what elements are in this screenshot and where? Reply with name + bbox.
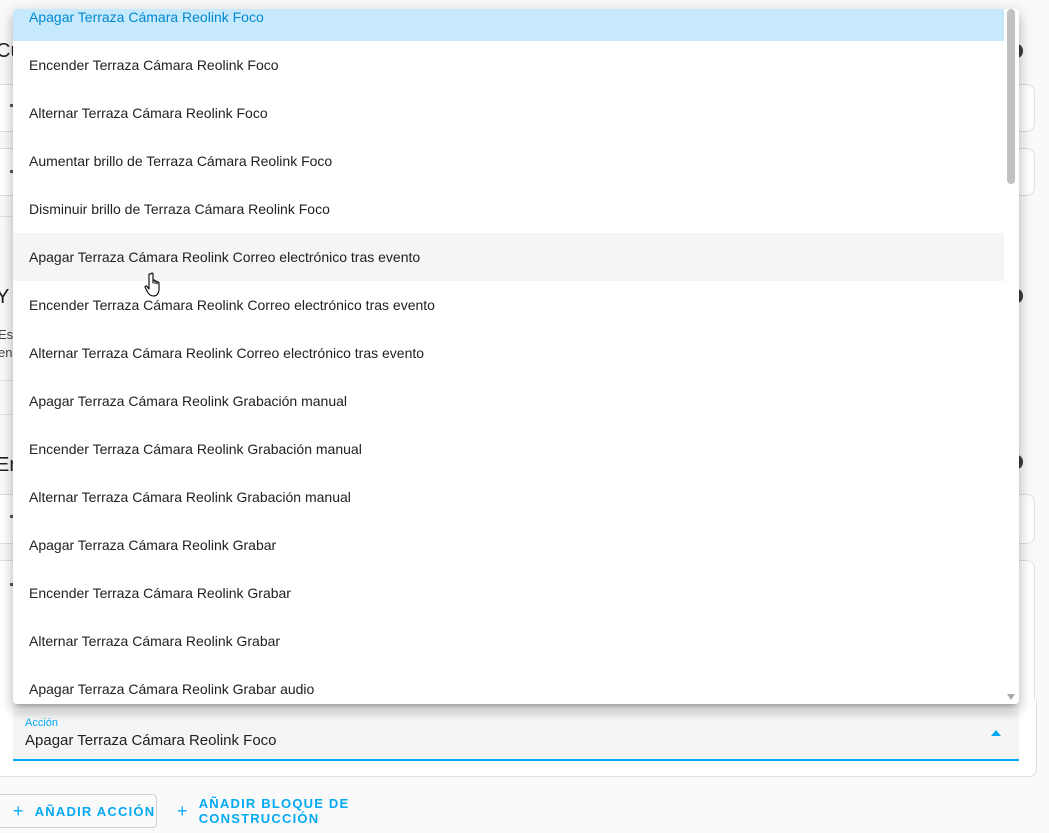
menu-item-label: Alternar Terraza Cámara Reolink Foco xyxy=(29,105,268,121)
action-select[interactable]: Acción Apagar Terraza Cámara Reolink Foc… xyxy=(13,711,1019,761)
menu-item-option[interactable]: Alternar Terraza Cámara Reolink Grabar xyxy=(13,617,1004,665)
menu-item-label: Apagar Terraza Cámara Reolink Foco xyxy=(29,9,264,25)
menu-item-option[interactable]: Apagar Terraza Cámara Reolink Grabar aud… xyxy=(13,665,1004,704)
menu-item-label: Alternar Terraza Cámara Reolink Correo e… xyxy=(29,345,425,361)
divider xyxy=(0,216,12,217)
menu-item-option[interactable]: Alternar Terraza Cámara Reolink Correo e… xyxy=(13,329,1004,377)
plus-icon: + xyxy=(177,801,189,821)
menu-item-option[interactable]: Encender Terraza Cámara Reolink Grabar xyxy=(13,569,1004,617)
menu-item-option[interactable]: Aumentar brillo de Terraza Cámara Reolin… xyxy=(13,137,1004,185)
menu-item-label: Apagar Terraza Cámara Reolink Grabación … xyxy=(29,393,348,409)
add-action-label: AÑADIR ACCIÓN xyxy=(34,803,156,819)
action-dropdown-menu: Apagar Terraza Cámara Reolink Foco Encend… xyxy=(13,9,1019,704)
menu-item-option[interactable]: Encender Terraza Cámara Reolink Grabació… xyxy=(13,425,1004,473)
menu-item-option[interactable]: Alternar Terraza Cámara Reolink Foco xyxy=(13,89,1004,137)
menu-item-label: Disminuir brillo de Terraza Cámara Reoli… xyxy=(29,201,330,217)
menu-item-option[interactable]: Apagar Terraza Cámara Reolink Grabar xyxy=(13,521,1004,569)
menu-item-option[interactable]: Disminuir brillo de Terraza Cámara Reoli… xyxy=(13,185,1004,233)
scroll-down-arrow-icon[interactable] xyxy=(1007,694,1015,700)
menu-item-option[interactable]: Encender Terraza Cámara Reolink Foco xyxy=(13,41,1004,89)
menu-item-label: Encender Terraza Cámara Reolink Correo e… xyxy=(29,297,435,313)
description-line: Es xyxy=(0,327,14,342)
menu-item-label: Encender Terraza Cámara Reolink Grabar xyxy=(29,585,291,601)
plus-icon: + xyxy=(13,801,25,821)
divider xyxy=(0,414,12,415)
action-select-value: Apagar Terraza Cámara Reolink Foco xyxy=(25,732,277,749)
scrollbar-thumb[interactable] xyxy=(1007,9,1015,184)
action-select-label: Acción xyxy=(25,717,59,729)
add-building-block-button[interactable]: + AÑADIR BLOQUE DE CONSTRUCCIÓN xyxy=(175,794,455,828)
hand-cursor-icon xyxy=(144,272,160,297)
menu-item-label: Apagar Terraza Cámara Reolink Correo ele… xyxy=(29,249,421,265)
section-description: Es en xyxy=(0,326,13,362)
divider xyxy=(0,380,12,381)
menu-item-label: Encender Terraza Cámara Reolink Grabació… xyxy=(29,441,362,457)
add-building-block-label: AÑADIR BLOQUE DE CONSTRUCCIÓN xyxy=(198,796,350,826)
menu-item-label: Encender Terraza Cámara Reolink Foco xyxy=(29,57,279,73)
menu-item-option[interactable]: Alternar Terraza Cámara Reolink Grabació… xyxy=(13,473,1004,521)
caret-up-icon[interactable] xyxy=(991,730,1001,736)
menu-item-option[interactable]: Apagar Terraza Cámara Reolink Foco xyxy=(13,9,1004,41)
menu-item-option[interactable]: Apagar Terraza Cámara Reolink Grabación … xyxy=(13,377,1004,425)
description-line: en xyxy=(0,345,13,360)
menu-item-label: Apagar Terraza Cámara Reolink Grabar xyxy=(29,537,277,553)
menu-item-label: Alternar Terraza Cámara Reolink Grabar xyxy=(29,633,281,649)
section-heading-and: Y xyxy=(0,286,10,308)
add-action-button[interactable]: + AÑADIR ACCIÓN xyxy=(0,794,157,828)
menu-scrollbar[interactable] xyxy=(1004,9,1019,704)
action-options-list: Apagar Terraza Cámara Reolink Foco Encend… xyxy=(13,9,1004,704)
menu-item-label: Apagar Terraza Cámara Reolink Grabar aud… xyxy=(29,681,315,697)
menu-item-label: Alternar Terraza Cámara Reolink Grabació… xyxy=(29,489,351,505)
menu-item-label: Aumentar brillo de Terraza Cámara Reolin… xyxy=(29,153,333,169)
